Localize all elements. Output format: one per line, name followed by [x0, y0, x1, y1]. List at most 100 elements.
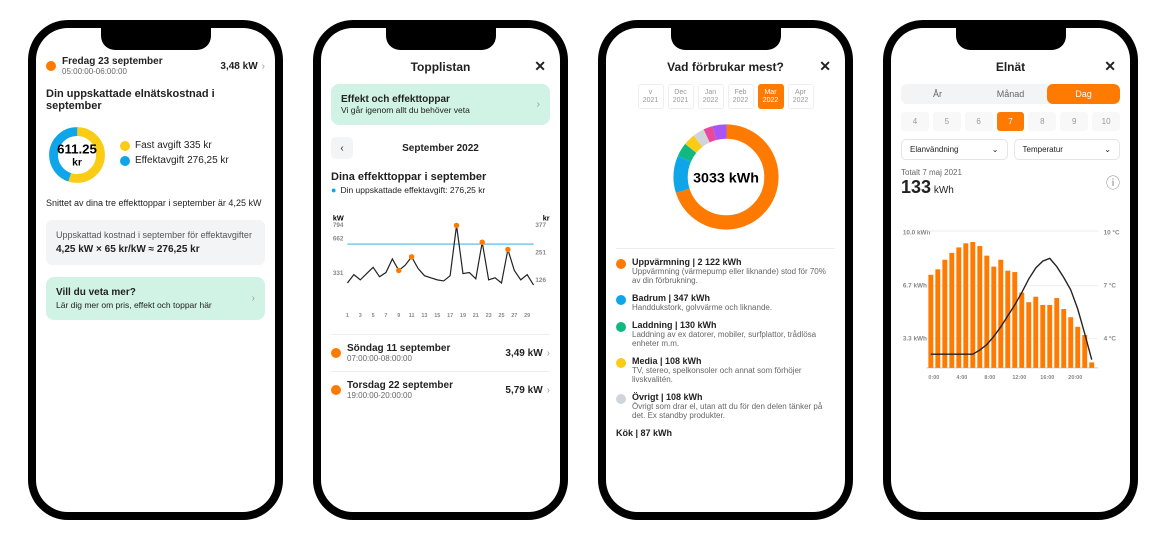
- month-picker[interactable]: v2021Dec2021Jan2022Feb2022Mar2022Apr2022: [616, 84, 835, 109]
- svg-text:27: 27: [511, 313, 517, 319]
- select-usage[interactable]: Elanvändning ⌄: [901, 139, 1008, 160]
- dot-icon: [616, 322, 626, 332]
- category-item: Laddning | 130 kWhLaddning av ex datorer…: [616, 320, 835, 348]
- svg-text:6.7 kWh: 6.7 kWh: [903, 283, 927, 290]
- svg-text:126: 126: [535, 277, 546, 284]
- svg-text:11: 11: [409, 313, 415, 319]
- dot-icon: [616, 259, 626, 269]
- peak-item[interactable]: Torsdag 22 september19:00:00-20:00:005,7…: [331, 371, 550, 408]
- month-cell[interactable]: v2021: [638, 84, 664, 109]
- select-temperature[interactable]: Temperatur ⌄: [1014, 139, 1121, 160]
- more-title: Vill du veta mer?: [56, 287, 212, 298]
- category-item: Media | 108 kWhTV, stereo, spelkonsoler …: [616, 356, 835, 384]
- peak-item[interactable]: Söndag 11 september07:00:00-08:00:003,49…: [331, 334, 550, 371]
- segment[interactable]: Månad: [974, 84, 1047, 104]
- day-header[interactable]: Fredag 23 september 05:00:00-06:00:00 3,…: [46, 56, 265, 76]
- day-cell[interactable]: 8: [1028, 112, 1056, 131]
- category-item: Uppvärmning | 2 122 kWhUppvärmning (värm…: [616, 257, 835, 285]
- day-cell[interactable]: 5: [933, 112, 961, 131]
- svg-text:7: 7: [384, 313, 387, 319]
- svg-text:29: 29: [524, 313, 530, 319]
- usage-donut: 3033 kWh: [666, 117, 786, 237]
- page-title: Vad förbrukar mest?: [667, 60, 784, 74]
- category-item: Övrigt | 108 kWhÖvrigt som drar el, utan…: [616, 392, 835, 420]
- svg-text:9: 9: [397, 313, 400, 319]
- close-icon[interactable]: ✕: [534, 58, 546, 75]
- dot-icon: [616, 295, 626, 305]
- close-icon[interactable]: ✕: [1104, 58, 1116, 75]
- day-picker[interactable]: 45678910: [901, 112, 1120, 131]
- svg-text:13: 13: [421, 313, 427, 319]
- dot-icon: [120, 156, 130, 166]
- chevron-down-icon: ⌄: [992, 145, 999, 154]
- day-cell[interactable]: 7: [997, 112, 1025, 131]
- svg-text:8:00: 8:00: [984, 375, 995, 381]
- svg-text:21: 21: [473, 313, 479, 319]
- banner[interactable]: Effekt och effekttoppar Vi går igenom al…: [331, 84, 550, 125]
- phone-4: Elnät ✕ ÅrMånadDag 45678910 Elanvändning…: [883, 20, 1138, 520]
- svg-text:4:00: 4:00: [956, 375, 967, 381]
- segment[interactable]: Dag: [1047, 84, 1120, 104]
- page-title: Elnät: [996, 60, 1025, 74]
- calc-line: 4,25 kW × 65 kr/kW ≈ 276,25 kr: [56, 244, 255, 255]
- dot-icon: [331, 348, 341, 358]
- notch: [671, 28, 781, 50]
- day-title: Fredag 23 september: [62, 56, 163, 67]
- svg-text:kr: kr: [72, 157, 82, 168]
- peaks-sub: Din uppskattade effektavgift: 276,25 kr: [340, 185, 485, 195]
- day-cell[interactable]: 9: [1060, 112, 1088, 131]
- avg-text: Snittet av dina tre effekttoppar i septe…: [46, 198, 265, 208]
- screen-4: Elnät ✕ ÅrMånadDag 45678910 Elanvändning…: [891, 28, 1130, 512]
- legend-item: Effektavgift 276,25 kr: [120, 155, 229, 166]
- month-cell[interactable]: Feb2022: [728, 84, 754, 109]
- peaks-chart: kW kr 331662794 126251377 13579111315171…: [331, 201, 550, 331]
- banner-title: Effekt och effekttoppar: [341, 94, 470, 105]
- cost-donut: 611.25 kr: [46, 124, 108, 186]
- svg-text:17: 17: [447, 313, 453, 319]
- month-cell[interactable]: Jan2022: [698, 84, 724, 109]
- segment[interactable]: År: [901, 84, 974, 104]
- more-sub: Lär dig mer om pris, effekt och toppar h…: [56, 300, 212, 310]
- svg-text:25: 25: [498, 313, 504, 319]
- svg-text:4 °C: 4 °C: [1104, 335, 1117, 343]
- svg-text:7 °C: 7 °C: [1104, 282, 1117, 290]
- page-title: Topplistan: [411, 60, 471, 74]
- screen-1: Fredag 23 september 05:00:00-06:00:00 3,…: [36, 28, 275, 512]
- svg-text:12:00: 12:00: [1012, 375, 1026, 381]
- extra-cat: Kök | 87 kWh: [616, 428, 835, 438]
- month-label: September 2022: [361, 143, 520, 154]
- dot-icon: [46, 61, 56, 71]
- svg-text:5: 5: [372, 313, 375, 319]
- phone-3: Vad förbrukar mest? ✕ v2021Dec2021Jan202…: [598, 20, 853, 520]
- date-label: Totalt 7 maj 2021: [901, 168, 962, 177]
- svg-text:10.0 kWh: 10.0 kWh: [903, 230, 931, 237]
- month-cell[interactable]: Dec2021: [668, 84, 694, 109]
- svg-text:1: 1: [346, 313, 349, 319]
- prev-month-button[interactable]: ‹: [331, 137, 353, 159]
- chevron-down-icon: ⌄: [1104, 145, 1111, 154]
- banner-sub: Vi går igenom allt du behöver veta: [341, 105, 470, 115]
- close-icon[interactable]: ✕: [819, 58, 831, 75]
- chevron-right-icon: ›: [547, 348, 550, 359]
- svg-text:3033 kWh: 3033 kWh: [693, 171, 759, 187]
- phone-2: Topplistan ✕ Effekt och effekttoppar Vi …: [313, 20, 568, 520]
- month-cell[interactable]: Apr2022: [788, 84, 814, 109]
- day-cell[interactable]: 6: [965, 112, 993, 131]
- month-cell[interactable]: Mar2022: [758, 84, 784, 109]
- info-icon[interactable]: ⓘ: [1106, 173, 1120, 193]
- cost-legend: Fast avgift 335 krEffektavgift 276,25 kr: [120, 140, 229, 170]
- svg-text:3.3 kWh: 3.3 kWh: [903, 336, 927, 343]
- day-cell[interactable]: 10: [1092, 112, 1120, 131]
- svg-text:23: 23: [486, 313, 492, 319]
- day-time: 05:00:00-06:00:00: [62, 67, 163, 76]
- bullet-icon: ●: [331, 185, 336, 195]
- day-cell[interactable]: 4: [901, 112, 929, 131]
- combo-chart: 10.0 kWh 6.7 kWh 3.3 kWh 10 °C 7 °C 4 °C…: [901, 204, 1120, 404]
- learn-more-card[interactable]: Vill du veta mer? Lär dig mer om pris, e…: [46, 277, 265, 320]
- phone-1: Fredag 23 september 05:00:00-06:00:00 3,…: [28, 20, 283, 520]
- day-value: 3,48 kW: [220, 61, 257, 72]
- dot-icon: [120, 141, 130, 151]
- period-segmented[interactable]: ÅrMånadDag: [901, 84, 1120, 104]
- svg-text:15: 15: [434, 313, 440, 319]
- svg-text:10 °C: 10 °C: [1104, 229, 1120, 237]
